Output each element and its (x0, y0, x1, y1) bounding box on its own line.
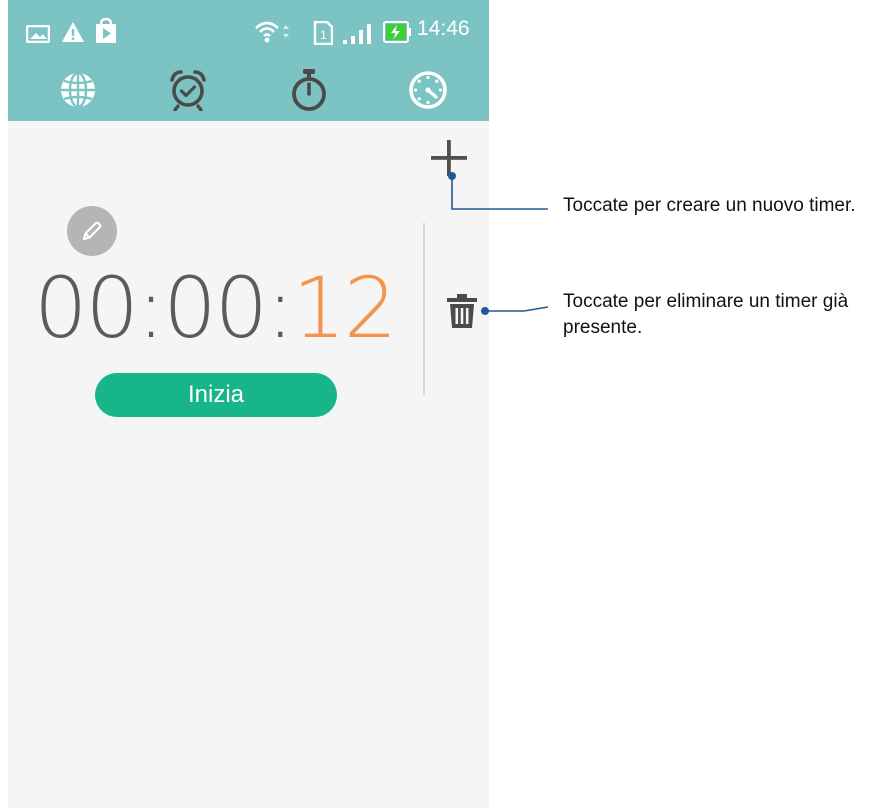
annotation-delete-timer-line1: Toccate per eliminare un timer già (563, 291, 849, 312)
sim-icon: 1 (313, 21, 333, 45)
phone-screen: 1 14:46 00:00:12 Inizia (8, 0, 489, 808)
annotation-add-timer: Toccate per creare un nuovo timer. (563, 195, 856, 216)
warning-icon (62, 22, 84, 42)
add-timer-button[interactable] (428, 137, 470, 179)
app-header: 1 14:46 (8, 0, 489, 121)
timer-separator: : (136, 259, 165, 357)
tab-bar (8, 62, 489, 121)
wifi-icon (255, 21, 289, 43)
alarm-clock-icon (170, 70, 206, 111)
signal-icon (343, 24, 371, 44)
image-icon (26, 25, 50, 43)
battery-charging-icon (383, 21, 411, 43)
status-time: 14:46 (417, 17, 470, 40)
svg-text:1: 1 (320, 28, 327, 42)
timer-display: 00:00:12 (34, 258, 397, 358)
play-store-icon (96, 18, 116, 43)
timer-content: 00:00:12 Inizia (8, 121, 489, 808)
timer-hours: 00 (34, 259, 139, 357)
stopwatch-icon (292, 69, 326, 111)
tab-stopwatch[interactable] (274, 62, 344, 118)
start-button[interactable]: Inizia (95, 373, 337, 417)
timer-icon (409, 71, 447, 109)
tab-timer[interactable] (393, 62, 463, 118)
timer-minutes: 00 (163, 259, 268, 357)
status-bar: 1 14:46 (8, 0, 489, 62)
pencil-icon (82, 221, 102, 241)
tab-world-clock[interactable] (43, 62, 113, 118)
globe-icon (61, 71, 95, 109)
annotation-delete-timer-line2: presente. (563, 317, 643, 338)
tab-alarm[interactable] (153, 62, 223, 118)
callout-line-delete (485, 306, 549, 312)
delete-timer-button[interactable] (444, 293, 480, 329)
plus-icon (431, 140, 467, 176)
timer-seconds: 12 (292, 259, 397, 357)
edit-timer-button[interactable] (67, 206, 117, 256)
timer-separator: : (266, 259, 294, 357)
trash-icon (447, 294, 477, 328)
divider (423, 223, 425, 395)
